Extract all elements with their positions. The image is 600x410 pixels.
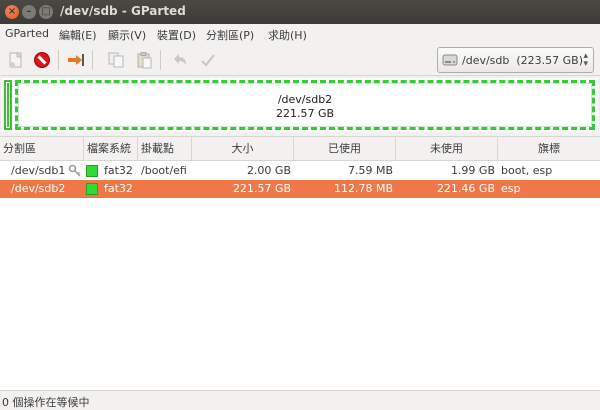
column-filesystem[interactable]: 檔案系統 — [84, 137, 138, 161]
filesystem-color-swatch — [86, 183, 98, 195]
cell-size: 2.00 GB — [246, 164, 291, 177]
graph-partition-sdb2[interactable]: /dev/sdb2 221.57 GB — [15, 80, 595, 130]
cell-flags: esp — [501, 182, 521, 195]
key-icon — [68, 164, 81, 177]
menu-bar: GParted 編輯(E) 顯示(V) 裝置(D) 分割區(P) 求助(H) — [0, 24, 600, 44]
cell-mountpoint: /boot/efi — [141, 164, 187, 177]
graph-partition-sdb1[interactable] — [4, 80, 12, 130]
new-partition-icon[interactable] — [6, 50, 26, 70]
cell-filesystem: fat32 — [104, 182, 133, 195]
cell-size: 221.57 GB — [232, 182, 291, 195]
chevron-updown-icon: ▴ ▾ — [583, 51, 588, 69]
resize-move-icon[interactable] — [66, 50, 86, 70]
table-row[interactable]: /dev/sdb1 fat32 /boot/efi 2.00 GB 7.59 M… — [0, 162, 600, 180]
table-header: 分割區 檔案系統 掛載點 大小 已使用 未使用 旗標 — [0, 137, 600, 161]
menu-help[interactable]: 求助(H) — [268, 27, 307, 43]
toolbar-separator — [160, 50, 161, 70]
toolbar-separator — [58, 50, 59, 70]
cell-used: 7.59 MB — [347, 164, 393, 177]
column-size[interactable]: 大小 — [192, 137, 294, 161]
column-unused[interactable]: 未使用 — [396, 137, 498, 161]
delete-partition-icon[interactable] — [32, 50, 52, 70]
cell-used: 112.78 MB — [333, 182, 393, 195]
close-window-button[interactable]: × — [5, 5, 19, 19]
device-selector[interactable]: /dev/sdb (223.57 GB) ▴ ▾ — [437, 47, 594, 73]
minimize-window-button[interactable]: – — [22, 5, 36, 19]
cell-filesystem: fat32 — [104, 164, 133, 177]
cell-mountpoint — [141, 180, 191, 198]
cell-unused: 1.99 GB — [450, 164, 495, 177]
cell-unused: 221.46 GB — [436, 182, 495, 195]
menu-edit[interactable]: 編輯(E) — [59, 27, 97, 43]
graph-partition-size: 221.57 GB — [275, 107, 335, 120]
cell-partition: /dev/sdb2 — [11, 182, 66, 195]
cell-flags: boot, esp — [501, 164, 553, 177]
menu-partition[interactable]: 分割區(P) — [206, 27, 254, 43]
partition-table: 分割區 檔案系統 掛載點 大小 已使用 未使用 旗標 /dev/sdb1 fat… — [0, 136, 600, 390]
column-partition[interactable]: 分割區 — [0, 137, 84, 161]
column-mountpoint[interactable]: 掛載點 — [138, 137, 192, 161]
toolbar-separator — [92, 50, 93, 70]
window-title: /dev/sdb - GParted — [60, 4, 186, 18]
column-used[interactable]: 已使用 — [294, 137, 396, 161]
harddisk-icon — [442, 54, 458, 66]
filesystem-color-swatch — [86, 165, 98, 177]
maximize-window-button[interactable]: □ — [39, 5, 53, 19]
menu-view[interactable]: 顯示(V) — [108, 27, 146, 43]
pending-operations-status: 0 個操作在等候中 — [2, 396, 90, 409]
copy-icon[interactable] — [106, 50, 126, 70]
apply-icon[interactable] — [198, 50, 218, 70]
graph-partition-name: /dev/sdb2 — [277, 93, 333, 106]
column-flags[interactable]: 旗標 — [498, 137, 600, 161]
title-bar: × – □ /dev/sdb - GParted — [0, 0, 600, 24]
table-row-selected[interactable]: /dev/sdb2 fat32 221.57 GB 112.78 MB 221.… — [0, 180, 600, 198]
paste-icon[interactable] — [134, 50, 154, 70]
menu-device[interactable]: 裝置(D) — [157, 27, 196, 43]
menu-gparted[interactable]: GParted — [5, 27, 49, 40]
device-selector-label: /dev/sdb (223.57 GB) — [462, 53, 583, 67]
partition-graph: /dev/sdb2 221.57 GB — [2, 78, 598, 132]
cell-partition: /dev/sdb1 — [11, 164, 66, 177]
undo-icon[interactable] — [170, 50, 190, 70]
status-bar: 0 個操作在等候中 — [0, 390, 600, 410]
